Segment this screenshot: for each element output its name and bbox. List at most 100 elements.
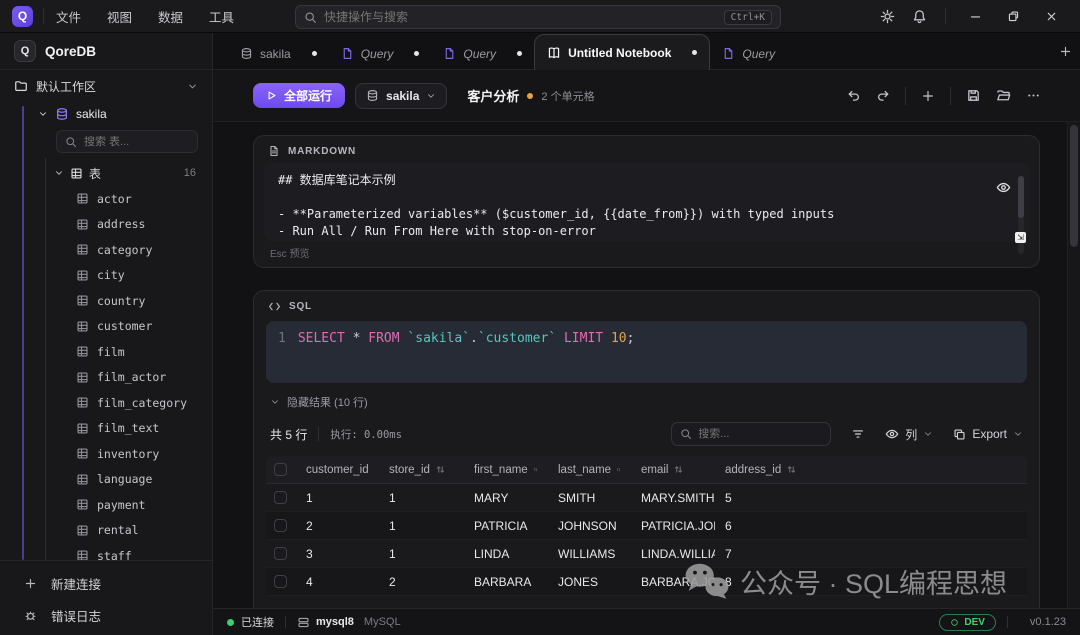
column-header[interactable]: first_name	[464, 464, 548, 476]
save-button[interactable]	[958, 83, 988, 109]
sql-token: FROM	[368, 331, 399, 346]
workspace-selector[interactable]: 默认工作区	[0, 70, 212, 102]
column-header[interactable]: customer_id	[296, 464, 379, 476]
notebook-title[interactable]: 客户分析	[467, 86, 519, 105]
filter-button[interactable]	[851, 427, 865, 441]
sql-token: *	[345, 331, 368, 346]
error-log-button[interactable]: 错误日志	[0, 599, 212, 631]
table-row[interactable]: 4 2 BARBARA JONES BARBARA.JONES... 8	[266, 568, 1027, 596]
table-list-item[interactable]: city	[0, 263, 212, 289]
table-row[interactable]: 1 1 MARY SMITH MARY.SMITH@sak... 5	[266, 484, 1027, 512]
table-list-item[interactable]: film_category	[0, 390, 212, 416]
connection-status-label: 已连接	[241, 614, 274, 630]
tab-query-2[interactable]: Query	[431, 38, 534, 69]
settings-button[interactable]	[873, 4, 901, 28]
column-header[interactable]: last_name	[548, 464, 631, 476]
main-scrollbar[interactable]	[1067, 122, 1080, 608]
results-search-input[interactable]	[698, 428, 822, 440]
query-file-icon	[443, 47, 456, 60]
global-search-input[interactable]	[324, 10, 717, 24]
sql-token: `customer`	[478, 331, 556, 346]
undo-icon	[846, 88, 861, 103]
window-minimize-button[interactable]	[958, 4, 992, 28]
run-all-button[interactable]: 全部运行	[253, 83, 345, 108]
tab-sakila[interactable]: sakila	[228, 38, 329, 69]
new-connection-button[interactable]: 新建连接	[0, 567, 212, 599]
tab-query-3[interactable]: Query	[710, 38, 787, 69]
export-button[interactable]: Export	[953, 427, 1023, 441]
notifications-button[interactable]	[905, 4, 933, 28]
table-list-item[interactable]: country	[0, 288, 212, 314]
table-list-item[interactable]: actor	[0, 186, 212, 212]
results-toggle[interactable]: 隐藏结果 (10 行)	[270, 394, 1023, 410]
cell-type-label: MARKDOWN	[288, 146, 356, 157]
scrollbar-thumb[interactable]	[1070, 125, 1078, 247]
tab-dirty-dot	[312, 51, 317, 56]
redo-button[interactable]	[868, 83, 898, 109]
results-search[interactable]	[671, 422, 831, 446]
sort-icon[interactable]	[786, 464, 797, 475]
connection-info[interactable]: mysql8 MySQL	[297, 616, 401, 629]
menu-file[interactable]: 文件	[56, 3, 81, 30]
table-list-item[interactable]: film	[0, 339, 212, 365]
column-label: address_id	[725, 464, 781, 476]
select-all-checkbox[interactable]	[274, 463, 287, 476]
table-list-item[interactable]: staff	[0, 543, 212, 560]
table-list-item[interactable]: film_text	[0, 416, 212, 442]
table-list-item[interactable]: address	[0, 212, 212, 238]
table-list-item[interactable]: customer	[0, 314, 212, 340]
search-icon	[65, 136, 77, 148]
sort-icon[interactable]	[673, 464, 684, 475]
global-search[interactable]: Ctrl+K	[295, 5, 781, 29]
table-search[interactable]	[56, 130, 198, 153]
markdown-source-line: - Run All / Run From Here with stop-on-e…	[278, 223, 1015, 240]
connection-selector[interactable]: sakila	[355, 83, 447, 109]
row-checkbox[interactable]	[274, 547, 287, 560]
table-list-item[interactable]: payment	[0, 492, 212, 518]
tables-group[interactable]: 表 16	[0, 160, 212, 186]
add-cell-button[interactable]	[913, 83, 943, 109]
markdown-editor[interactable]: ## 数据库笔记本示例 - **Parameterized variables*…	[264, 163, 1029, 241]
sort-icon[interactable]	[435, 464, 446, 475]
preview-toggle-button[interactable]	[996, 180, 1011, 195]
sql-cell-header: SQL	[254, 291, 1039, 319]
sort-icon[interactable]	[616, 464, 621, 475]
menu-view[interactable]: 视图	[107, 3, 132, 30]
window-close-button[interactable]	[1034, 4, 1068, 28]
table-list-item[interactable]: inventory	[0, 441, 212, 467]
cell-first-name: BARBARA	[464, 575, 548, 589]
table-list-item[interactable]: language	[0, 467, 212, 493]
table-list-item[interactable]: category	[0, 237, 212, 263]
table-row[interactable]: 3 1 LINDA WILLIAMS LINDA.WILLIAMS... 7	[266, 540, 1027, 568]
table-list-item[interactable]: film_actor	[0, 365, 212, 391]
tab-query-1[interactable]: Query	[329, 38, 432, 69]
column-header[interactable]: store_id	[379, 464, 464, 476]
menu-data[interactable]: 数据	[158, 3, 183, 30]
new-tab-button[interactable]	[1050, 38, 1080, 64]
sql-cell: SQL 1 SELECT * FROM `sakila`.`customer` …	[253, 290, 1040, 608]
row-checkbox[interactable]	[274, 491, 287, 504]
row-checkbox[interactable]	[274, 519, 287, 532]
eye-icon	[996, 180, 1011, 195]
table-row[interactable]: 2 1 PATRICIA JOHNSON PATRICIA.JOHNSO... …	[266, 512, 1027, 540]
menu-tools[interactable]: 工具	[209, 3, 234, 30]
env-badge[interactable]: DEV	[939, 614, 996, 631]
column-header[interactable]: address_id	[715, 464, 1027, 476]
tree-node-sakila[interactable]: sakila	[0, 102, 212, 126]
undo-button[interactable]	[838, 83, 868, 109]
column-header[interactable]: email	[631, 464, 715, 476]
row-checkbox[interactable]	[274, 575, 287, 588]
window-restore-button[interactable]	[996, 4, 1030, 28]
more-options-button[interactable]	[1018, 83, 1048, 109]
column-label: last_name	[558, 464, 611, 476]
scrollbar-thumb[interactable]	[1018, 176, 1024, 218]
table-list-item[interactable]: rental	[0, 518, 212, 544]
open-button[interactable]	[988, 83, 1018, 109]
columns-button[interactable]: 列	[885, 426, 933, 443]
sql-editor[interactable]: 1 SELECT * FROM `sakila`.`customer` LIMI…	[266, 321, 1027, 383]
table-search-input[interactable]	[84, 136, 189, 148]
cell-address-id: 7	[715, 547, 1027, 561]
tab-untitled-notebook[interactable]: Untitled Notebook	[534, 34, 710, 70]
sort-icon[interactable]	[533, 464, 538, 475]
resize-handle[interactable]: ⇲	[1015, 232, 1026, 243]
